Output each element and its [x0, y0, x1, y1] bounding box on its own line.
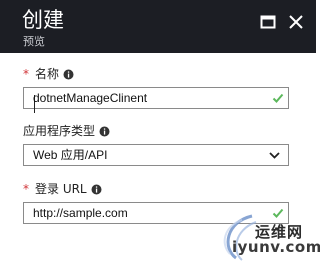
- blade-title: 创建: [22, 8, 64, 32]
- required-marker: *: [23, 182, 29, 196]
- blade-subtitle: 预览: [23, 35, 45, 48]
- app-type-select[interactable]: Web 应用/API: [23, 144, 289, 166]
- name-field-label: * 名称: [23, 67, 74, 81]
- info-icon: [63, 69, 74, 80]
- app-type-selected-value: Web 应用/API: [33, 148, 108, 162]
- name-input[interactable]: dotnetManageClinent: [23, 87, 289, 113]
- name-input-value: dotnetManageClinent: [33, 91, 148, 105]
- close-button[interactable]: [287, 13, 305, 31]
- close-icon: [289, 15, 303, 29]
- app-type-field-label: 应用程序类型: [23, 124, 110, 138]
- maximize-icon: [260, 15, 276, 29]
- valid-check-icon: [272, 93, 284, 103]
- watermark-url: iyunv.com: [232, 238, 320, 256]
- chevron-down-icon: [269, 152, 280, 159]
- login-url-field-label: * 登录 URL: [23, 182, 102, 196]
- login-url-label-text: 登录 URL: [35, 182, 87, 196]
- maximize-button[interactable]: [259, 13, 277, 31]
- required-marker: *: [23, 67, 29, 81]
- info-icon: [99, 126, 110, 137]
- blade-header: 创建 预览: [0, 0, 316, 53]
- app-type-label-text: 应用程序类型: [23, 124, 96, 138]
- name-label-text: 名称: [35, 67, 60, 81]
- login-url-input-value: http://sample.com: [33, 206, 128, 220]
- info-icon: [91, 184, 102, 195]
